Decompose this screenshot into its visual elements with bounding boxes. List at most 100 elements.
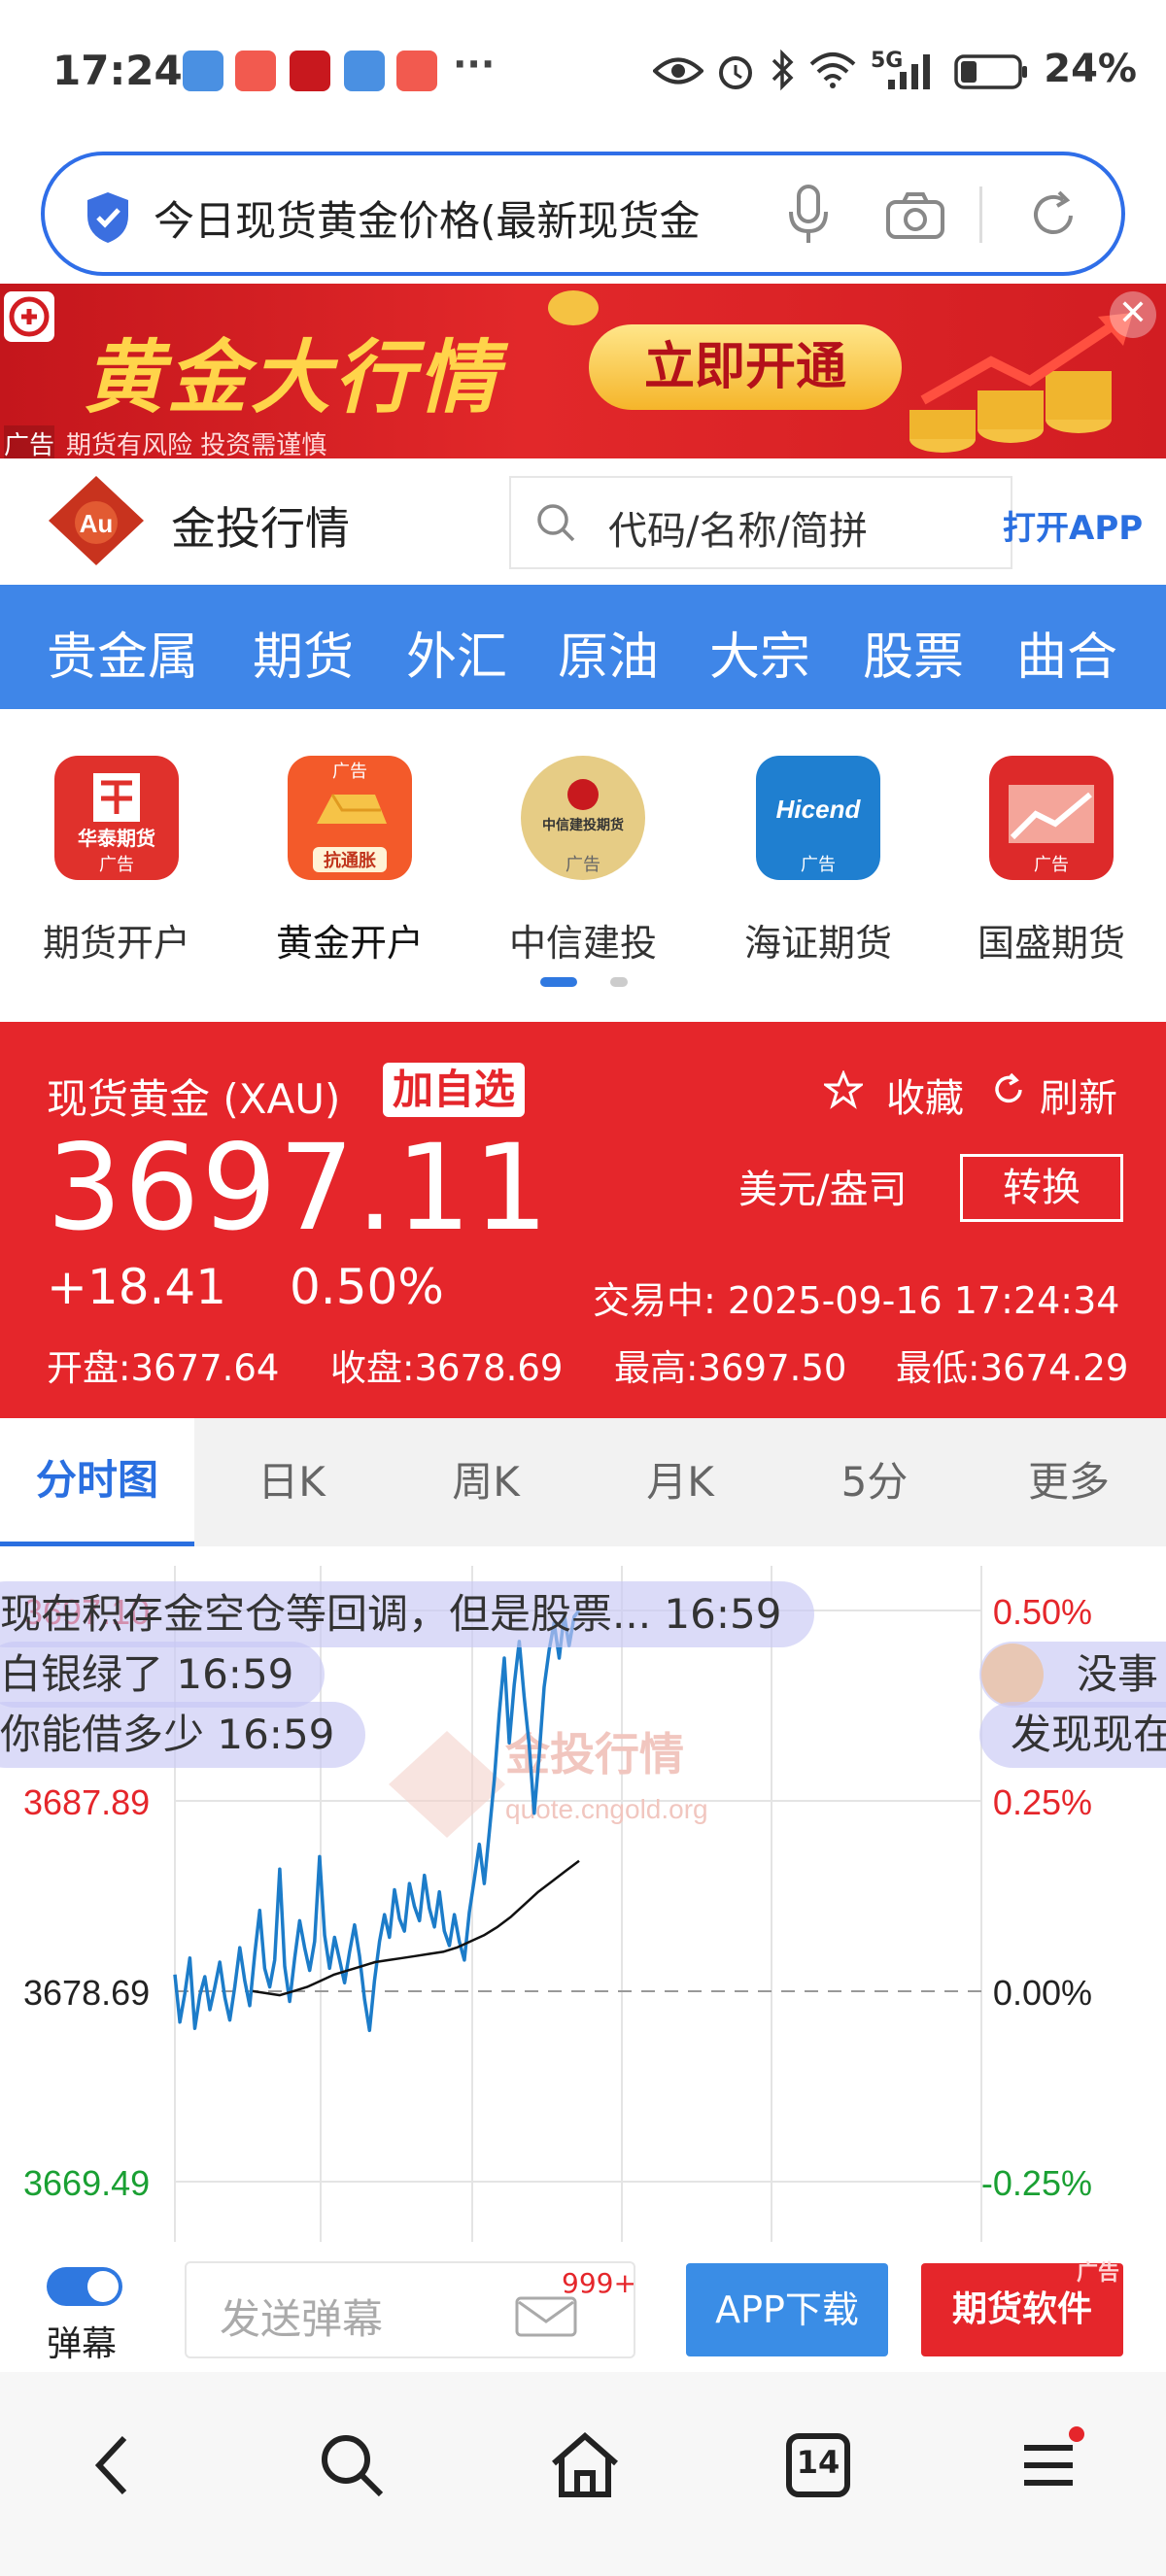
nav-tab-precious-metals[interactable]: 贵金属	[47, 616, 198, 689]
software-label: 期货软件	[951, 2289, 1092, 2329]
y-axis-label-right: 0.50%	[993, 1592, 1092, 1632]
tab-monthly-k[interactable]: 月K	[583, 1418, 777, 1546]
huatai-icon: 华泰期货 广告	[54, 756, 179, 880]
browser-address-bar[interactable]: 今日现货黄金价格(最新现货金	[41, 152, 1125, 276]
reload-icon[interactable]	[1026, 188, 1080, 243]
carousel-dot	[610, 977, 628, 987]
tab-daily-k[interactable]: 日K	[194, 1418, 389, 1546]
app-download-button[interactable]: APP下载	[686, 2263, 888, 2356]
status-bar: 17:24 ··· 5G 24%	[0, 0, 1166, 146]
price-change-percent: 0.50%	[290, 1259, 444, 1315]
danmaku-input[interactable]: 发送弹幕 999+	[185, 2261, 636, 2358]
hicend-icon: Hicend 广告	[756, 756, 880, 880]
citic-icon-text: 中信建投期货	[542, 817, 624, 832]
danmaku-input-bar: 弹幕 发送弹幕 999+ APP下载 期货软件 广告	[0, 2242, 1166, 2372]
nav-tab-futures[interactable]: 期货	[253, 616, 354, 689]
ad-close-button[interactable]: ✕	[1110, 291, 1156, 338]
intraday-chart[interactable]: 金投行情 quote.cngold.org 3697.103687.893678…	[0, 1546, 1166, 2242]
star-icon[interactable]	[824, 1070, 863, 1109]
back-icon[interactable]	[76, 2426, 154, 2504]
instrument-name: 现货黄金 (XAU)	[47, 1075, 341, 1123]
nav-tab-forex[interactable]: 外汇	[406, 616, 507, 689]
search-query[interactable]: 今日现货黄金价格(最新现货金	[154, 188, 795, 248]
home-icon[interactable]	[546, 2426, 624, 2504]
ad-tag: 广告	[801, 855, 836, 875]
logo-text: Au	[80, 509, 114, 538]
citic-icon: 中信建投期货 广告	[521, 756, 645, 880]
y-axis-label-left: 3678.69	[23, 1973, 150, 2013]
danmaku-bubble: 你能借多少 16:59	[0, 1702, 366, 1768]
refresh-button[interactable]: 刷新	[1040, 1067, 1117, 1123]
ad-open-button[interactable]: 立即开通	[589, 324, 902, 410]
ad-banner[interactable]: 黄金大行情 立即开通 ✕ 广告 期货有风险 投资需谨慎	[0, 284, 1166, 458]
favorite-button[interactable]: 收藏	[886, 1067, 964, 1123]
mic-icon[interactable]	[783, 185, 834, 245]
ad-tag: 广告	[99, 855, 134, 875]
danmaku-bubble: 白银绿了 16:59	[0, 1642, 326, 1708]
site-header: Au 金投行情 代码/名称/简拼 打开APP	[0, 458, 1166, 585]
quick-link-gold-account[interactable]: 抗通胀 广告 黄金开户	[253, 756, 447, 966]
shield-icon	[87, 192, 128, 243]
quick-link-guosheng[interactable]: 广告 国盛期货	[954, 756, 1149, 966]
tab-weekly-k[interactable]: 周K	[389, 1418, 583, 1546]
notification-app-icon	[290, 51, 330, 91]
quote-search-input[interactable]: 代码/名称/简拼	[509, 476, 1012, 569]
battery-level: 24%	[1044, 47, 1137, 91]
more-notifications: ···	[453, 43, 496, 85]
quick-link-hicend[interactable]: Hicend 广告 海证期货	[721, 756, 915, 966]
quick-link-label: 黄金开户	[275, 922, 424, 965]
quick-link-label: 国盛期货	[977, 922, 1125, 965]
nav-tab-commodities[interactable]: 大宗	[709, 616, 810, 689]
price-unit: 美元/盎司	[738, 1168, 908, 1212]
tabs-button[interactable]: 14	[779, 2426, 857, 2504]
previous-close: 收盘:3678.69	[330, 1347, 564, 1389]
avatar	[981, 1644, 1044, 1706]
high-price: 最高:3697.50	[614, 1347, 847, 1389]
gold-icon-text: 抗通胀	[324, 850, 376, 870]
open-app-button[interactable]: 打开APP	[1003, 501, 1143, 549]
tab-more[interactable]: 更多	[972, 1418, 1166, 1546]
toggle-knob	[87, 2271, 119, 2302]
huatai-icon-text: 华泰期货	[78, 827, 155, 850]
y-axis-label-left: 3687.89	[23, 1782, 150, 1822]
chart-watermark: 金投行情 quote.cngold.org	[389, 1729, 708, 1838]
camera-icon[interactable]	[886, 192, 944, 239]
tab-5min[interactable]: 5分	[777, 1418, 972, 1546]
ad-tag: 广告	[1034, 855, 1069, 875]
futures-software-button[interactable]: 期货软件 广告	[921, 2261, 1123, 2356]
trade-status: 交易中: 2025-09-16 17:24:34	[593, 1279, 1120, 1322]
notification-app-icon	[235, 51, 276, 91]
danmaku-bubble: 发现现在	[979, 1702, 1166, 1768]
search-icon[interactable]	[313, 2426, 391, 2504]
add-watchlist-button[interactable]: 加自选	[383, 1063, 526, 1117]
y-axis-label-right: 0.25%	[993, 1782, 1092, 1822]
market-nav: 贵金属 期货 外汇 原油 大宗 股票 曲合	[0, 585, 1166, 709]
danmaku-toggle[interactable]	[47, 2267, 122, 2306]
mail-icon[interactable]	[515, 2292, 577, 2339]
quick-link-futures-account[interactable]: 华泰期货 广告 期货开户	[19, 756, 214, 966]
notification-app-icon	[344, 51, 385, 91]
ad-risk-notice: 期货有风险 投资需谨慎	[66, 431, 327, 458]
bluetooth-icon	[772, 49, 794, 91]
nav-tab-stocks[interactable]: 股票	[863, 616, 964, 689]
carousel-dot-active	[540, 977, 577, 987]
battery-icon	[954, 54, 1027, 89]
quote-panel: 现货黄金 (XAU) 加自选 收藏 刷新 3697.11 美元/盎司 转换 +1…	[0, 1022, 1166, 1418]
danmaku-bubble: 没事	[979, 1642, 1166, 1708]
y-axis-label-right: -0.25%	[981, 2163, 1092, 2203]
open-price: 开盘:3677.64	[47, 1347, 280, 1389]
low-price: 最低:3674.29	[896, 1347, 1129, 1389]
site-logo[interactable]: Au	[43, 472, 150, 569]
gold-bar-icon: 抗通胀 广告	[288, 756, 412, 880]
nav-tab-more[interactable]: 曲合	[1016, 616, 1117, 689]
signal-icon	[888, 54, 930, 89]
quick-link-citic[interactable]: 中信建投期货 广告 中信建投	[486, 756, 680, 966]
quick-links: 华泰期货 广告 期货开户 抗通胀 广告 黄金开户 中信建投期货 广告 中信建投 …	[0, 709, 1166, 991]
guosheng-icon: 广告	[989, 756, 1114, 880]
refresh-icon[interactable]	[991, 1072, 1026, 1107]
menu-icon[interactable]	[1012, 2426, 1090, 2504]
gold-coin-icon	[548, 290, 599, 325]
tab-intraday[interactable]: 分时图	[0, 1418, 194, 1546]
convert-button[interactable]: 转换	[960, 1154, 1123, 1222]
nav-tab-crude-oil[interactable]: 原油	[558, 616, 659, 689]
